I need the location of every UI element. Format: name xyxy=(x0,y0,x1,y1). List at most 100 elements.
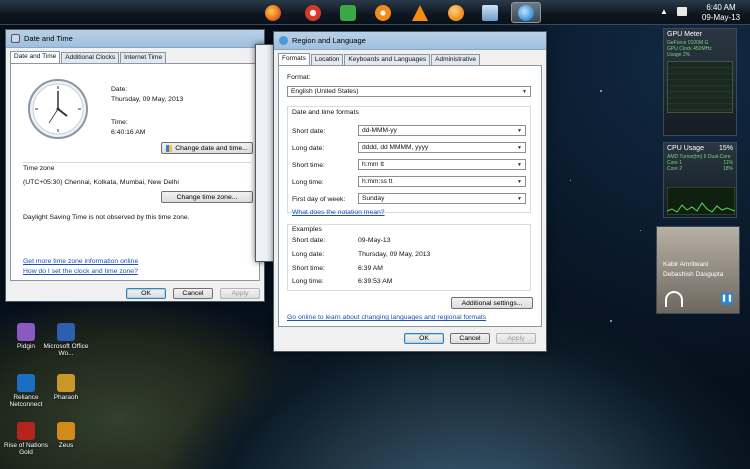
additional-settings-button[interactable]: Additional settings... xyxy=(451,297,533,309)
rise-of-nations-icon xyxy=(17,422,35,440)
window-title: Date and Time xyxy=(24,34,73,43)
region-language-window: Region and Language Formats Location Key… xyxy=(273,31,547,352)
taskbar-firefox[interactable] xyxy=(258,2,288,23)
online-languages-link[interactable]: Go online to learn about changing langua… xyxy=(287,314,486,321)
cancel-button[interactable]: Cancel xyxy=(450,333,490,344)
clock-small-icon xyxy=(11,34,20,43)
action-center-flag-icon[interactable] xyxy=(677,7,687,16)
taskbar-orange-app[interactable] xyxy=(441,2,471,23)
tab-date-and-time[interactable]: Date and Time xyxy=(10,51,61,63)
chevron-down-icon: ▼ xyxy=(517,161,522,168)
region-titlebar[interactable]: Region and Language xyxy=(274,32,546,50)
ok-button[interactable]: OK xyxy=(126,288,166,299)
example-short-date-label: Short date: xyxy=(292,237,326,244)
desktop-icon-pharaoh[interactable]: Pharaoh xyxy=(40,374,92,401)
region-tabs: Formats Location Keyboards and Languages… xyxy=(274,50,546,65)
date-time-titlebar[interactable]: Date and Time xyxy=(6,30,264,48)
short-date-dropdown[interactable]: dd-MMM-yy ▼ xyxy=(358,125,526,136)
time-label: Time: xyxy=(111,119,128,126)
apply-button[interactable]: Apply xyxy=(496,333,536,344)
chevron-down-icon: ▼ xyxy=(517,127,522,134)
change-time-zone-button[interactable]: Change time zone... xyxy=(161,191,253,203)
taskbar: ▲ 6:40 AM 09-May-13 xyxy=(0,0,750,25)
globe-small-icon xyxy=(279,36,288,45)
example-long-date-value: Thursday, 09 May, 2013 xyxy=(358,251,431,258)
system-clock[interactable]: 6:40 AM 09-May-13 xyxy=(696,3,746,23)
example-short-date-value: 09-May-13 xyxy=(358,237,391,244)
date-time-formats-title: Date and time formats xyxy=(292,109,359,116)
vlc-icon xyxy=(412,4,428,21)
date-time-panel: Date: Thursday, 09 May, 2013 Time: 6:40:… xyxy=(10,63,260,281)
tab-administrative[interactable]: Administrative xyxy=(431,54,480,65)
example-long-time-value: 6:39:53 AM xyxy=(358,278,393,285)
taskbar-region-language[interactable] xyxy=(511,2,541,23)
tab-location[interactable]: Location xyxy=(310,54,344,65)
time-zone-heading: Time zone xyxy=(23,165,55,172)
pause-icon[interactable]: ❚❚ xyxy=(721,293,733,305)
short-time-label: Short time: xyxy=(292,162,325,169)
chevron-down-icon: ▼ xyxy=(517,195,522,202)
word-icon xyxy=(57,323,75,341)
how-set-clock-link[interactable]: How do I set the clock and time zone? xyxy=(23,268,138,275)
ok-button[interactable]: OK xyxy=(404,333,444,344)
control-panel-icon xyxy=(482,4,498,21)
examples-title: Examples xyxy=(292,226,322,233)
date-time-window: Date and Time Date and Time Additional C… xyxy=(5,29,265,302)
short-time-dropdown[interactable]: h:mm tt ▼ xyxy=(358,159,526,170)
cancel-button[interactable]: Cancel xyxy=(173,288,213,299)
zeus-icon xyxy=(57,422,75,440)
time-zone-info-link[interactable]: Get more time zone information online xyxy=(23,258,138,265)
dst-note: Daylight Saving Time is not observed by … xyxy=(23,214,190,221)
cpu-usage-header: CPU Usage 15% xyxy=(664,143,736,154)
date-value: Thursday, 09 May, 2013 xyxy=(111,96,184,103)
desktop-icon-word[interactable]: Microsoft Office Wo... xyxy=(40,323,92,357)
taskbar-avast[interactable] xyxy=(368,2,398,23)
pidgin-icon xyxy=(17,323,35,341)
short-date-label: Short date: xyxy=(292,128,326,135)
tray-expand-icon[interactable]: ▲ xyxy=(660,7,668,16)
change-date-time-button[interactable]: Change date and time... xyxy=(161,142,253,154)
time-zone-value: (UTC+05:30) Chennai, Kolkata, Mumbai, Ne… xyxy=(23,179,179,186)
long-time-dropdown[interactable]: h:mm:ss tt ▼ xyxy=(358,176,526,187)
media-player-gadget[interactable]: Kabir Amritwani Debashish Dasgupta ❚❚ xyxy=(656,226,740,314)
format-dropdown[interactable]: English (United States) ▼ xyxy=(287,86,531,97)
tab-internet-time[interactable]: Internet Time xyxy=(120,52,167,63)
tab-additional-clocks[interactable]: Additional Clocks xyxy=(61,52,120,63)
taskbar-vlc[interactable] xyxy=(405,2,435,23)
clock-date: 09-May-13 xyxy=(701,13,741,22)
tab-formats[interactable]: Formats xyxy=(278,53,310,65)
orange-ball-icon xyxy=(448,4,464,21)
time-value: 6:40:16 AM xyxy=(111,129,146,136)
taskbar-control-panel[interactable] xyxy=(475,2,505,23)
cpu-usage-gadget[interactable]: CPU Usage 15% AMD Turion(tm) II Dual-Cor… xyxy=(663,142,737,218)
first-day-dropdown[interactable]: Sunday ▼ xyxy=(358,193,526,204)
format-label: Format: xyxy=(287,74,311,81)
chevron-down-icon: ▼ xyxy=(517,144,522,151)
example-short-time-value: 6:39 AM xyxy=(358,265,383,272)
apply-button[interactable]: Apply xyxy=(220,288,260,299)
example-short-time-label: Short time: xyxy=(292,265,325,272)
notation-link[interactable]: What does the notation mean? xyxy=(292,209,385,216)
clock-time: 6:40 AM xyxy=(706,3,736,12)
desktop-icon-zeus[interactable]: Zeus xyxy=(40,422,92,449)
gpu-meter-gadget[interactable]: GPU Meter GeForce 9100M G GPU Clock 450M… xyxy=(663,28,737,136)
long-date-dropdown[interactable]: dddd, dd MMMM, yyyy ▼ xyxy=(358,142,526,153)
reliance-icon xyxy=(17,374,35,392)
gpu-usage: Usage 2% xyxy=(667,52,691,58)
gpu-stats-graph xyxy=(667,61,733,113)
analog-clock xyxy=(28,79,88,139)
cpu-usage-percent: 15% xyxy=(718,145,733,152)
cpu-usage-graph xyxy=(667,187,735,215)
headphones-icon xyxy=(665,291,683,307)
firefox-icon xyxy=(265,4,281,21)
date-time-tabs: Date and Time Additional Clocks Internet… xyxy=(6,48,264,63)
taskbar-download-manager[interactable] xyxy=(333,2,363,23)
cpu-core2-row: Core 2 18% xyxy=(667,166,733,172)
date-label: Date: xyxy=(111,86,128,93)
chevron-down-icon: ▼ xyxy=(517,178,522,185)
window-title: Region and Language xyxy=(292,36,366,45)
avast-icon xyxy=(375,4,391,21)
media-subtitle: Debashish Dasgupta xyxy=(663,271,724,278)
tab-keyboards-languages[interactable]: Keyboards and Languages xyxy=(344,54,431,65)
taskbar-ccleaner[interactable] xyxy=(298,2,328,23)
